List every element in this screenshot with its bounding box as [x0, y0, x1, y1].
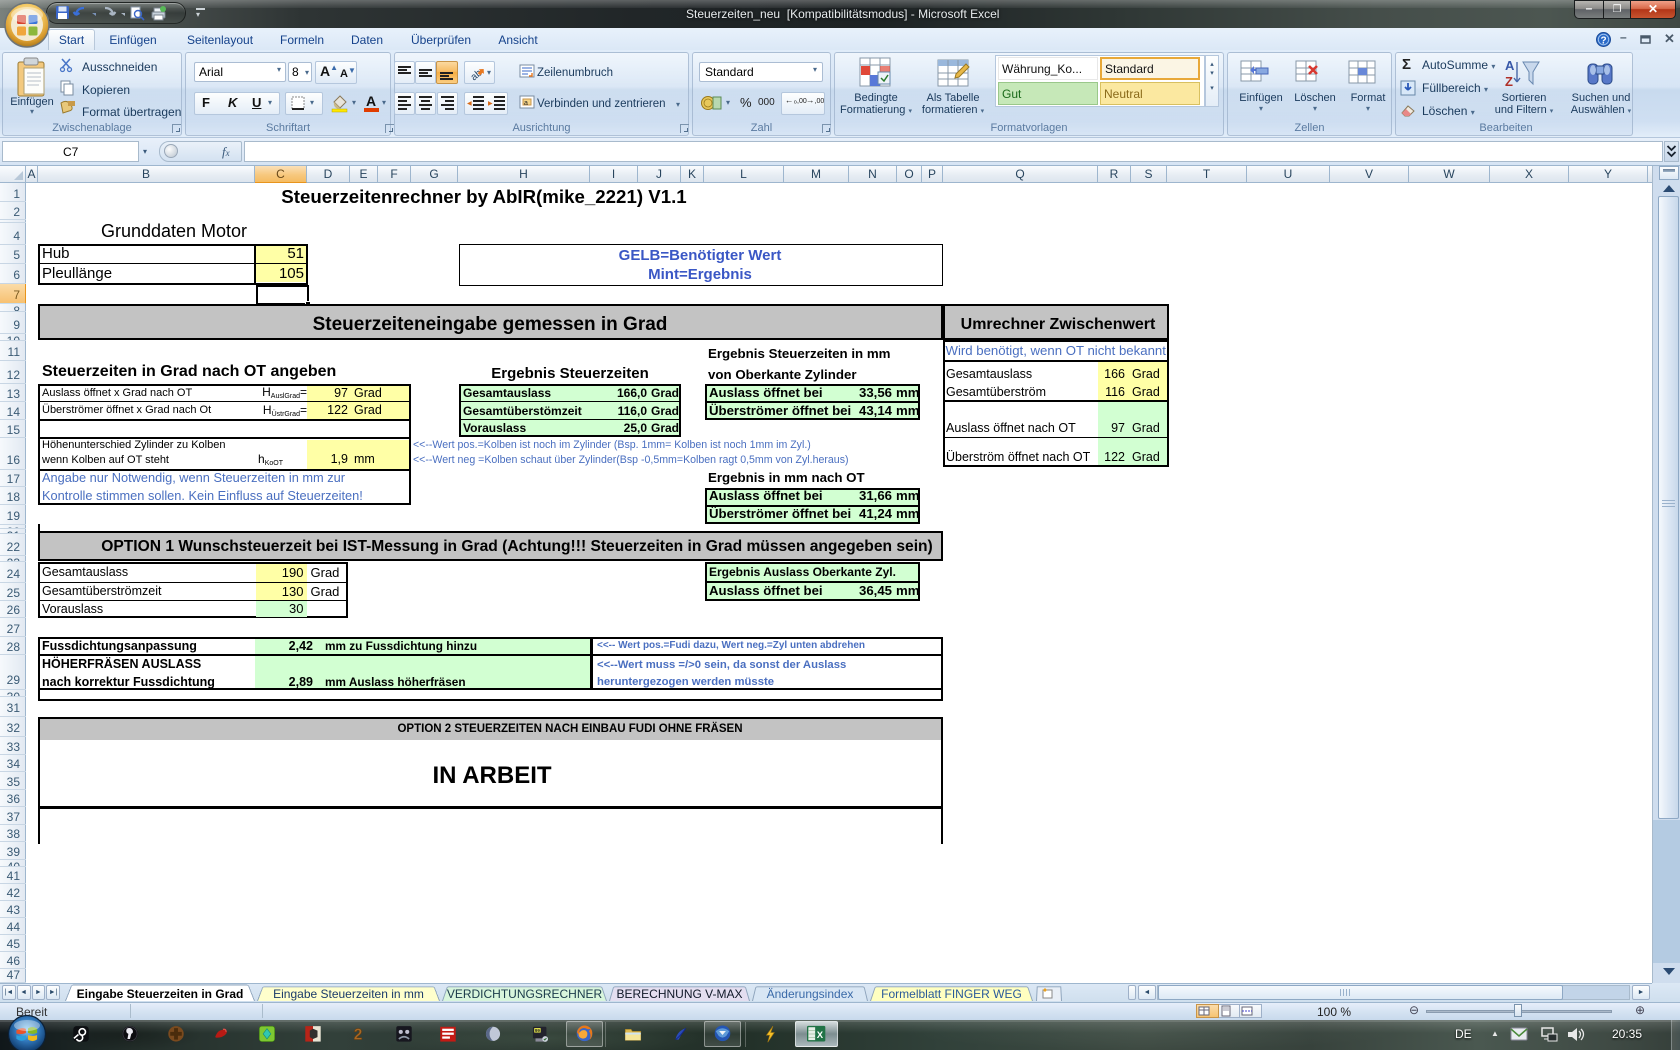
svg-text:99: 99	[535, 1028, 541, 1033]
svg-text:2: 2	[354, 1026, 363, 1043]
svg-text:Z: Z	[1505, 74, 1513, 89]
svg-text:?: ?	[1600, 36, 1606, 47]
svg-text:A: A	[1505, 58, 1515, 73]
svg-text:a: a	[524, 100, 528, 107]
svg-text:X: X	[816, 1030, 823, 1041]
